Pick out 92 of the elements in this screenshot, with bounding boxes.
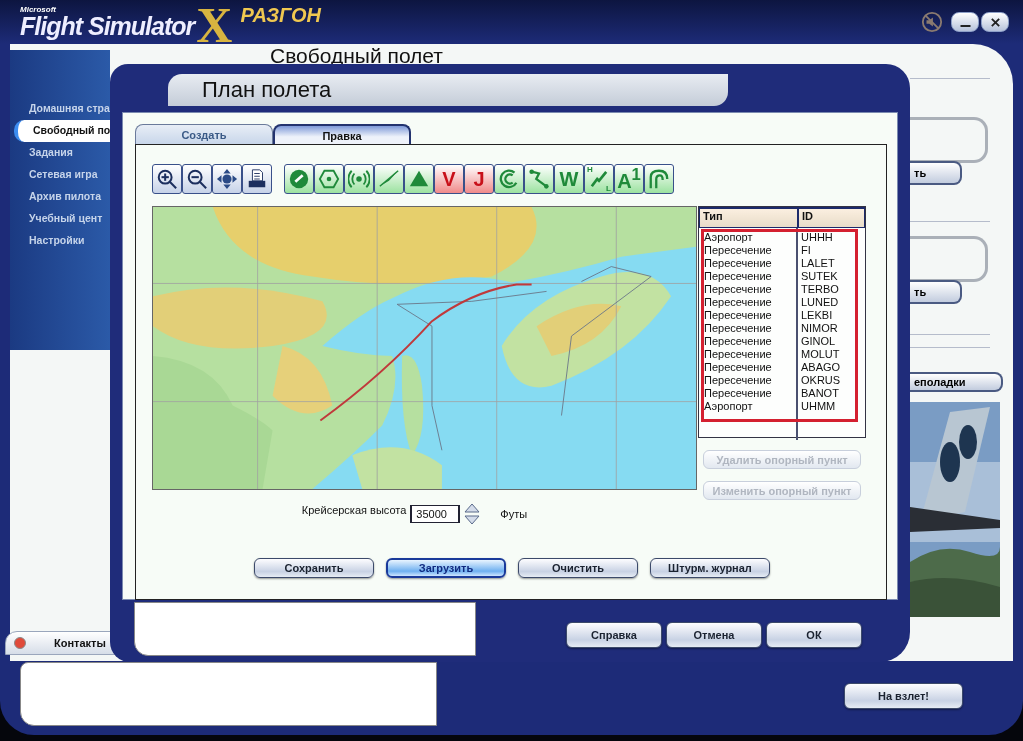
tab[interactable]: Правка <box>273 124 411 144</box>
table-cell-text: Аэропорт <box>703 231 754 244</box>
zoom-out-icon <box>186 168 208 190</box>
brand-mark: X <box>196 0 233 50</box>
table-cell-text: Аэропорт <box>703 400 754 413</box>
takeoff-button[interactable]: На взлет! <box>844 683 963 709</box>
table-cell-text: FI <box>800 244 811 257</box>
table-cell-text: MOLUT <box>800 348 840 361</box>
table-cell-text: Пересечение <box>703 270 773 283</box>
map-filter-button[interactable] <box>494 164 524 194</box>
page-title: Свободный полет <box>269 44 444 69</box>
table-cell-text: Пересечение <box>703 283 773 296</box>
table-cell-text: UHHH <box>800 231 833 244</box>
table-cell-text: Пересечение <box>703 322 773 335</box>
table-cell-text: Пересечение <box>703 361 773 374</box>
table-cell-text: Пересечение <box>703 244 773 257</box>
speaker-icon[interactable] <box>921 11 943 33</box>
sidebar-item[interactable]: Настройки <box>10 230 110 252</box>
column-header[interactable]: ID <box>799 209 864 227</box>
sidebar-item[interactable]: Сетевая игра <box>10 164 110 186</box>
map-filter-button[interactable] <box>524 164 554 194</box>
minimize-button[interactable] <box>951 12 979 32</box>
letter-icon: V <box>442 169 456 189</box>
sidebar-item[interactable]: Домашняя стра <box>10 98 110 120</box>
action-button[interactable]: Загрузить <box>386 558 506 578</box>
table-cell-text: SUTEK <box>800 270 838 283</box>
curves-icon <box>648 168 670 190</box>
table-cell-text: GINOL <box>800 335 836 348</box>
table-cell-text: ABAGO <box>800 361 841 374</box>
altitude-field[interactable]: 35000 <box>410 505 461 523</box>
brand-small-text: Microsoft <box>20 5 57 14</box>
table-cell-text: UHMM <box>800 400 836 413</box>
cycle-icon <box>498 168 520 190</box>
map-filter-button[interactable]: J <box>464 164 494 194</box>
table-cell-text: Пересечение <box>703 374 773 387</box>
action-button[interactable]: Сохранить <box>254 558 374 578</box>
close-button[interactable] <box>981 12 1009 32</box>
table-cell-text: LUNED <box>800 296 839 309</box>
route-icon <box>528 168 550 190</box>
map-filter-button[interactable] <box>404 164 434 194</box>
dialog-button[interactable]: ОК <box>766 622 862 648</box>
status-light-icon <box>14 637 26 649</box>
map-filter-button[interactable] <box>344 164 374 194</box>
panel-button[interactable]: ть <box>910 280 962 304</box>
action-button[interactable]: Очистить <box>518 558 638 578</box>
sidebar-item[interactable]: Свободный по <box>14 120 110 142</box>
table-cell-text: LEKBI <box>800 309 833 322</box>
table-cell-text: NIMOR <box>800 322 838 335</box>
map-tool-button[interactable] <box>152 164 182 194</box>
dialog-title: План полета <box>168 74 728 106</box>
table-cell-text: BANOT <box>800 387 839 400</box>
table-cell-text: Пересечение <box>703 335 773 348</box>
airport-icon <box>288 168 310 190</box>
map-tool-button[interactable] <box>242 164 272 194</box>
spinner-icon[interactable] <box>464 503 481 525</box>
hexagon-icon <box>318 168 340 190</box>
sidebar-item[interactable]: Учебный цент <box>10 208 110 230</box>
column-header[interactable]: Тип <box>700 209 797 227</box>
map-filter-button[interactable]: V <box>434 164 464 194</box>
dialog-button[interactable]: Отмена <box>666 622 762 648</box>
altitude-label: Крейсерская высота <box>301 504 407 516</box>
move-icon <box>216 168 238 190</box>
radio-waves-icon <box>348 168 370 190</box>
dialog-button[interactable]: Справка <box>566 622 662 648</box>
action-button[interactable]: Штурм. журнал <box>650 558 770 578</box>
map-tool-button[interactable] <box>182 164 212 194</box>
table-cell-text: Пересечение <box>703 296 773 309</box>
map-filter-button[interactable] <box>284 164 314 194</box>
map-filter-button[interactable] <box>374 164 404 194</box>
map-filter-button[interactable] <box>314 164 344 194</box>
panel-button[interactable]: еполадки <box>910 372 1003 392</box>
map-tool-button[interactable] <box>212 164 242 194</box>
tab[interactable]: Создать <box>135 124 273 144</box>
table-cell-text: Пересечение <box>703 387 773 400</box>
mode-title: РАЗГОН <box>240 3 321 27</box>
sidebar-item[interactable]: Архив пилота <box>10 186 110 208</box>
close-icon <box>989 16 1001 28</box>
map-filter-button[interactable] <box>644 164 674 194</box>
zoom-in-icon <box>156 168 178 190</box>
printer-icon <box>246 168 268 190</box>
table-cell-text: Пересечение <box>703 257 773 270</box>
minimize-icon <box>959 24 971 27</box>
brand-text: Flight Simulator <box>20 13 195 39</box>
table-cell-text: OKRUS <box>800 374 841 387</box>
table-cell-text: TERBO <box>800 283 839 296</box>
table-cell-text: Пересечение <box>703 309 773 322</box>
sidebar-item[interactable]: Задания <box>10 142 110 164</box>
unit-label: Футы <box>500 508 528 520</box>
table-cell-text: Пересечение <box>703 348 773 361</box>
letter-icon: J <box>473 169 485 189</box>
panel-button[interactable]: ть <box>910 161 962 185</box>
table-cell-text: LALET <box>800 257 835 270</box>
